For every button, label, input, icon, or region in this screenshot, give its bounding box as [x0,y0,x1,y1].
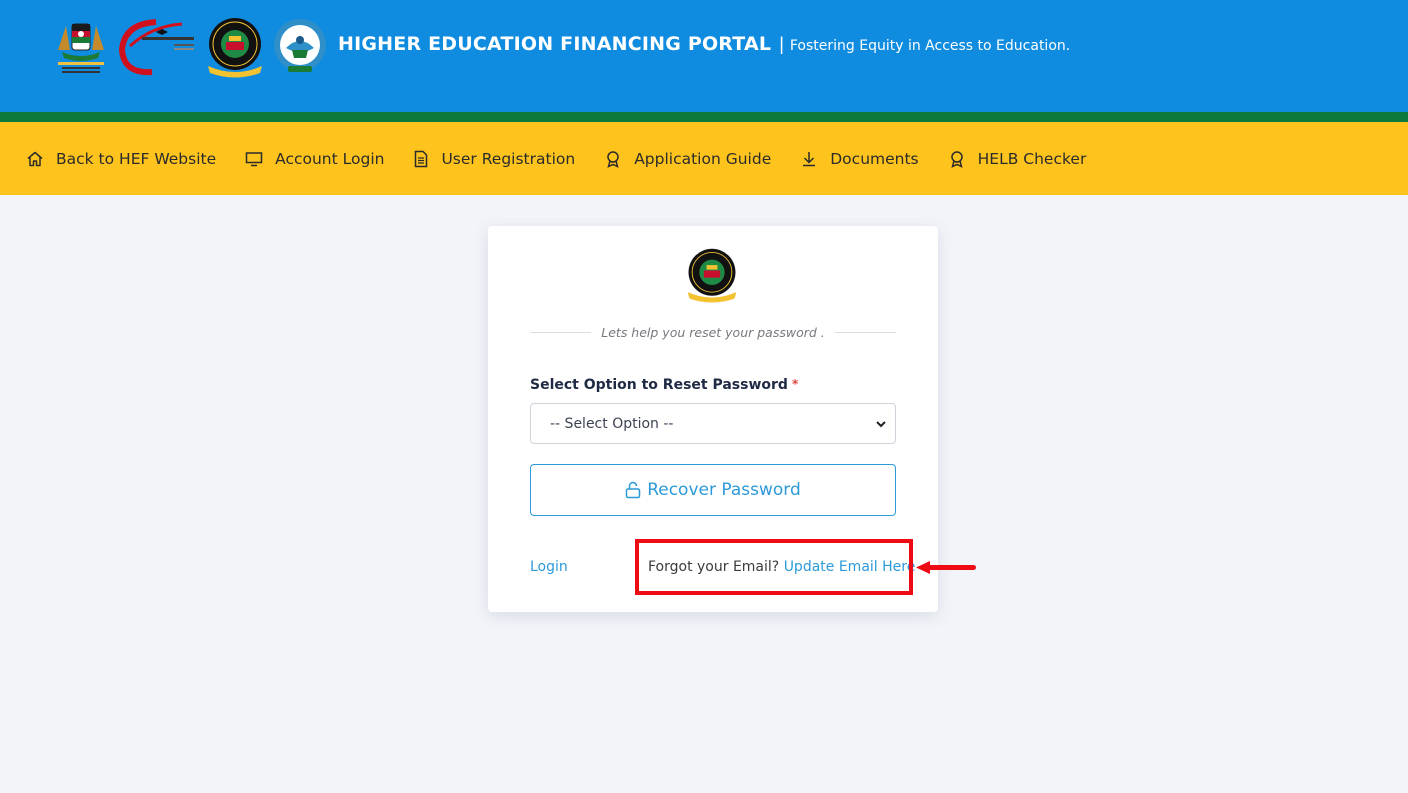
main-nav: Back to HEF Website Account Login User R… [0,122,1408,195]
divider-line [530,332,592,333]
brand-separator: | [779,34,784,54]
home-icon [27,151,43,166]
login-link[interactable]: Login [530,559,568,575]
recover-password-button[interactable]: Recover Password [530,464,896,516]
nav-label: Account Login [275,149,385,168]
annotation-arrow-icon [916,561,976,574]
portal-title: HIGHER EDUCATION FINANCING PORTAL [338,33,772,55]
recover-password-label: Recover Password [647,480,801,500]
nav-label: Back to HEF Website [56,149,217,168]
download-icon [803,151,816,166]
helb-logo [208,18,262,78]
nav-application-guide[interactable]: Application Guide [604,150,771,168]
nav-label: User Registration [441,149,576,168]
divider-line [834,332,897,333]
reset-subtitle: Lets help you reset your password . [601,325,825,340]
monitor-icon [245,151,263,166]
award-icon [950,150,963,168]
select-value: -- Select Option -- [550,415,674,432]
universities-funding-board-logo [118,19,194,76]
nav-label: HELB Checker [977,149,1087,168]
unlock-icon [625,481,641,499]
document-icon [415,150,428,167]
reset-option-label-text: Select Option to Reset Password [530,377,788,393]
site-header: HIGHER EDUCATION FINANCING PORTAL | Fost… [0,0,1408,112]
chevron-down-icon [876,421,886,428]
nav-label: Documents [830,149,919,168]
nav-user-registration[interactable]: User Registration [413,150,575,168]
annotation-highlight-box [635,539,913,595]
kenya-coat-of-arms-logo [58,23,104,73]
logo-group [52,14,328,80]
reset-option-select[interactable]: -- Select Option -- [530,403,896,444]
required-marker: * [791,377,799,391]
subtitle-divider: Lets help you reset your password . [530,325,897,340]
helb-logo [687,248,737,303]
kuccps-logo [274,19,326,72]
award-icon [607,150,619,168]
nav-account-login[interactable]: Account Login [245,150,384,168]
nav-documents[interactable]: Documents [800,149,919,168]
portal-tagline: Fostering Equity in Access to Education. [789,38,1071,54]
green-stripe [0,112,1408,122]
nav-label: Application Guide [634,149,772,168]
nav-helb-checker[interactable]: HELB Checker [948,149,1087,168]
nav-back-to-hef-website[interactable]: Back to HEF Website [26,150,216,168]
reset-option-label: Select Option to Reset Password * [530,377,798,393]
portal-brand: HIGHER EDUCATION FINANCING PORTAL | Fost… [338,33,1070,55]
